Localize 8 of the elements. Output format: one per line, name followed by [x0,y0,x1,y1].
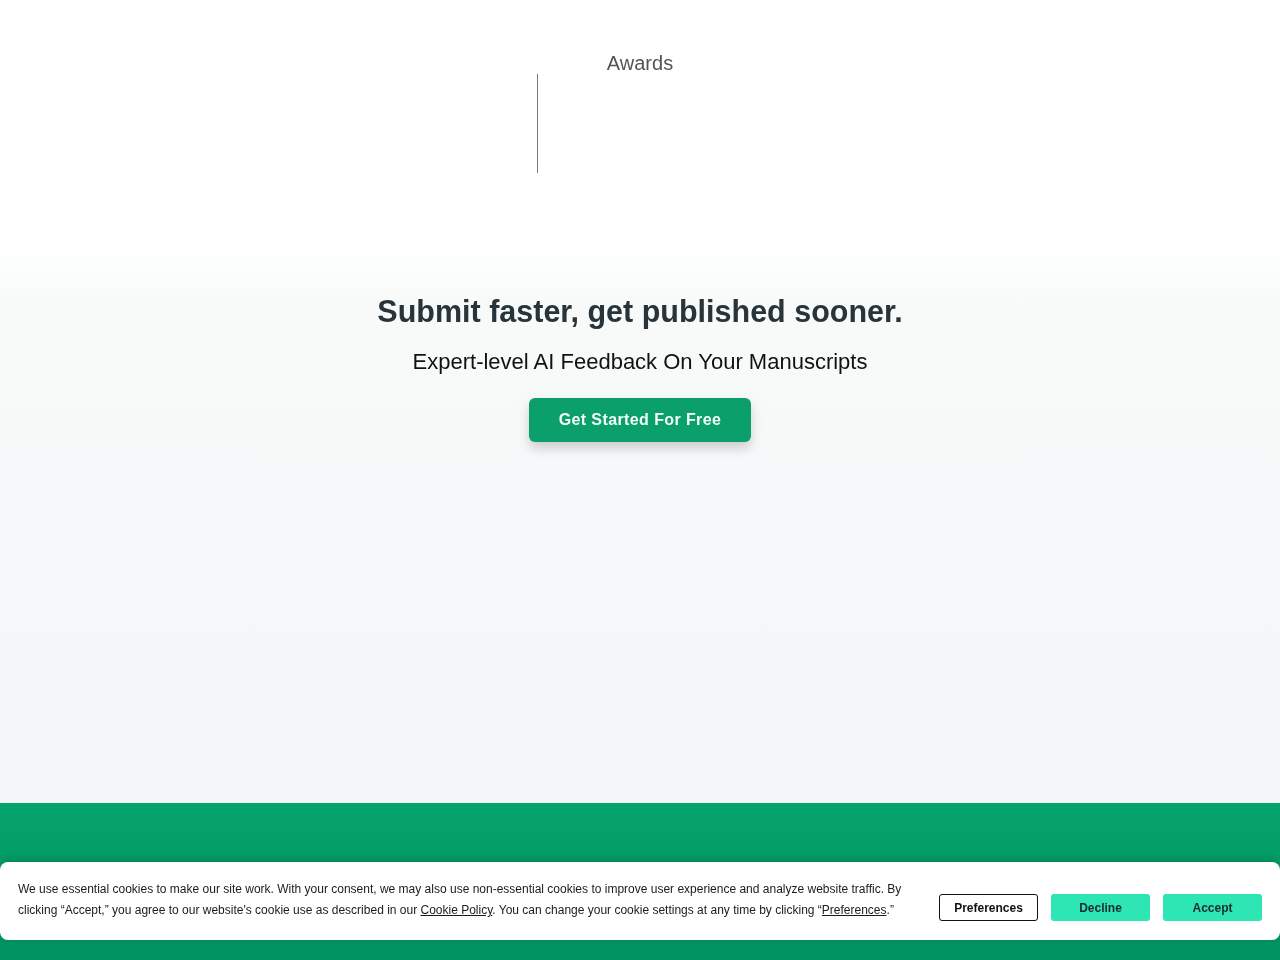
hero-subtitle: Expert-level AI Feedback On Your Manuscripts [412,348,868,376]
accept-button[interactable]: Accept [1163,894,1262,921]
preferences-button[interactable]: Preferences [939,894,1038,921]
awards-label: Awards [606,52,674,74]
cookie-notice-text: We use essential cookies to make our site work. With your consent, we may also use non-essential cookies to improve user experience and analyze website traffic. By clicking “Accept,” you agree to our website's cookie use as described in our Cookie Policy. You can change your cookie settings at any time by clicking “Preferences.” [18,881,903,919]
decline-button[interactable]: Decline [1051,894,1150,921]
hero-title: Submit faster, get published sooner. [377,293,903,331]
text-link[interactable]: Preferences [821,903,887,917]
